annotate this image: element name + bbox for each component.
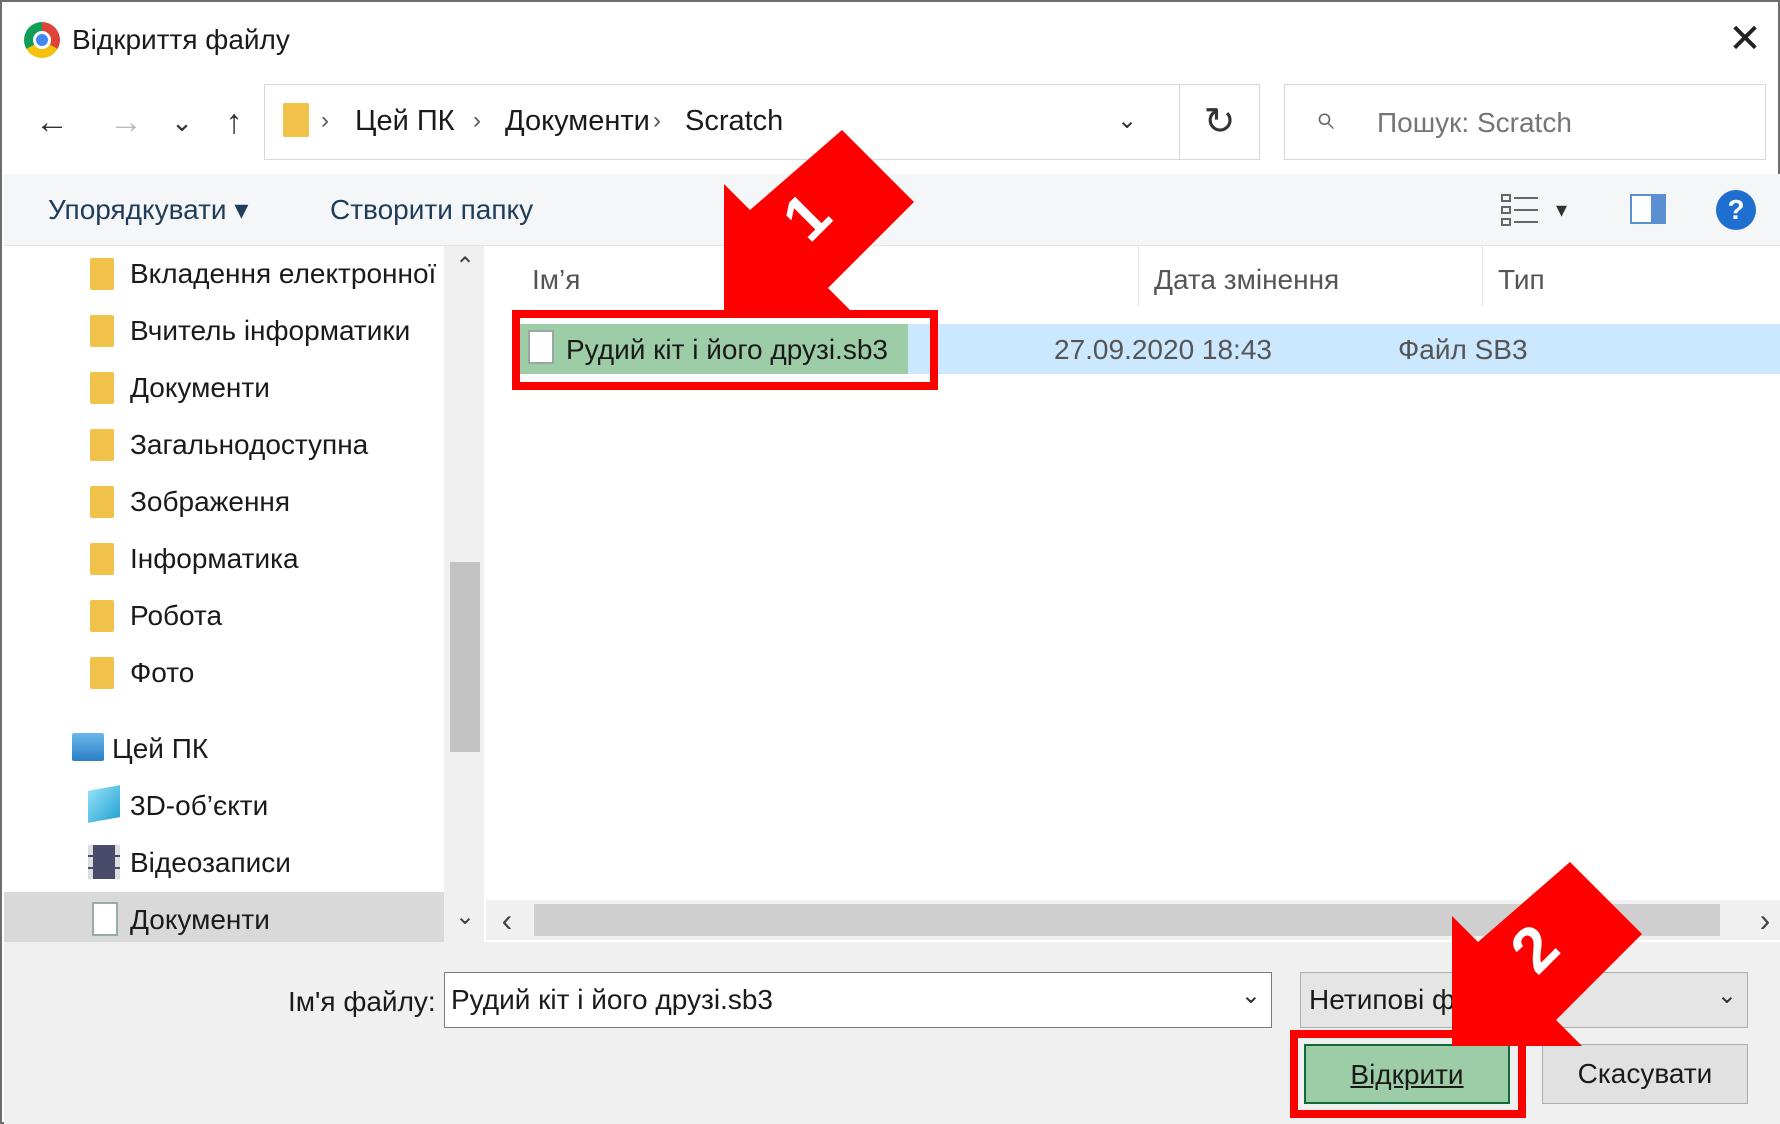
- view-dropdown-arrow[interactable]: ▾: [1556, 192, 1567, 228]
- breadcrumb-separator: ›: [653, 107, 661, 134]
- sidebar-item-label: Інформатика: [130, 543, 299, 574]
- filename-value: Рудий кіт і його друзі.sb3: [451, 984, 773, 1015]
- chevron-down-icon[interactable]: ⌄: [1241, 981, 1261, 1010]
- sidebar-item-label: Вчитель інформатики: [130, 315, 411, 346]
- sidebar-item-label: Робота: [130, 600, 223, 631]
- sidebar-item-3d-objects[interactable]: 3D-об’єкти: [4, 778, 444, 834]
- sidebar-item-documents-folder[interactable]: Документи: [4, 360, 444, 416]
- help-icon[interactable]: ?: [1716, 190, 1756, 230]
- organize-button[interactable]: Упорядкувати ▾: [48, 190, 248, 230]
- search-input[interactable]: [1375, 101, 1755, 145]
- sidebar-item-work[interactable]: Робота: [4, 588, 444, 644]
- sidebar-scroll-thumb[interactable]: [450, 562, 480, 752]
- breadcrumb-separator: ›: [473, 107, 481, 134]
- forward-button[interactable]: →: [106, 98, 146, 146]
- column-divider[interactable]: [1138, 246, 1139, 306]
- sidebar-item-label: Зображення: [130, 486, 291, 517]
- folder-icon: [90, 486, 114, 518]
- preview-pane-icon[interactable]: [1630, 194, 1666, 224]
- sidebar-item-public[interactable]: Загальнодоступна: [4, 417, 444, 473]
- document-icon: [92, 902, 118, 936]
- step2-arrow: 2: [1452, 862, 1642, 1046]
- folder-icon: [90, 429, 114, 461]
- view-options-icon[interactable]: [1500, 192, 1540, 228]
- folder-icon: [90, 600, 114, 632]
- sidebar-item-label: Документи: [130, 904, 270, 935]
- search-icon: ⌕: [1315, 99, 1335, 137]
- column-divider[interactable]: [1482, 246, 1483, 306]
- close-button[interactable]: ✕: [1722, 16, 1768, 62]
- refresh-button[interactable]: ↻: [1180, 84, 1260, 160]
- file-type: Файл SB3: [1398, 334, 1528, 365]
- scroll-down-icon[interactable]: ⌄: [450, 902, 480, 931]
- recent-locations-button[interactable]: ⌄: [162, 98, 202, 146]
- step1-arrow: 1: [724, 130, 914, 314]
- sidebar-item-images[interactable]: Зображення: [4, 474, 444, 530]
- sidebar-item-label: Відеозаписи: [130, 847, 291, 878]
- sidebar-item-email-attachments[interactable]: Вкладення електронної: [4, 246, 444, 302]
- scroll-up-icon[interactable]: ⌃: [450, 252, 480, 281]
- breadcrumb-this-pc[interactable]: Цей ПК: [355, 101, 455, 141]
- navigation-pane: Вкладення електронної Вчитель інформатик…: [4, 246, 444, 942]
- folder-icon: [90, 315, 114, 347]
- computer-icon: [72, 733, 104, 761]
- breadcrumb-separator: ›: [321, 107, 329, 134]
- cube-icon: [88, 785, 120, 823]
- new-folder-button[interactable]: Створити папку: [330, 190, 533, 230]
- sidebar-item-photo[interactable]: Фото: [4, 645, 444, 701]
- sidebar-item-label: Вкладення електронної: [130, 258, 437, 289]
- column-header-type[interactable]: Тип: [1498, 260, 1545, 300]
- sidebar-item-label: Загальнодоступна: [130, 429, 369, 460]
- chevron-down-icon[interactable]: ⌄: [1117, 101, 1137, 141]
- chrome-icon: [24, 22, 60, 58]
- sidebar-item-videos[interactable]: Відеозаписи: [4, 835, 444, 891]
- folder-icon: [90, 372, 114, 404]
- sidebar-item-label: Документи: [130, 372, 270, 403]
- scroll-right-icon[interactable]: ›: [1750, 902, 1780, 939]
- sidebar-item-label: Цей ПК: [112, 733, 209, 764]
- file-date: 27.09.2020 18:43: [1054, 334, 1272, 365]
- sidebar-item-label: Фото: [130, 657, 195, 688]
- back-button[interactable]: ←: [32, 98, 72, 146]
- sidebar-item-documents[interactable]: Документи: [4, 892, 444, 942]
- file-open-dialog: Відкриття файлу ✕ ← → ⌄ ↑ › Цей ПК › Док…: [0, 0, 1780, 1124]
- film-icon: [88, 845, 120, 879]
- sidebar-item-label: 3D-об’єкти: [130, 790, 269, 821]
- sidebar-item-this-pc[interactable]: Цей ПК: [4, 721, 444, 777]
- filename-label: Ім'я файлу:: [288, 986, 436, 1017]
- folder-icon: [283, 103, 309, 137]
- chevron-down-icon[interactable]: ⌄: [1717, 981, 1737, 1010]
- sidebar-item-teacher[interactable]: Вчитель інформатики: [4, 303, 444, 359]
- column-header-date[interactable]: Дата змінення: [1154, 260, 1339, 300]
- column-header-name[interactable]: Ім’я: [532, 260, 580, 300]
- sidebar-item-informatics[interactable]: Інформатика: [4, 531, 444, 587]
- scroll-left-icon[interactable]: ‹: [492, 902, 522, 939]
- dialog-title: Відкриття файлу: [72, 24, 290, 55]
- folder-icon: [90, 657, 114, 689]
- breadcrumb-documents[interactable]: Документи: [505, 101, 650, 141]
- up-button[interactable]: ↑: [214, 98, 254, 146]
- folder-icon: [90, 543, 114, 575]
- folder-icon: [90, 258, 114, 290]
- filename-field[interactable]: Рудий кіт і його друзі.sb3 ⌄: [444, 972, 1272, 1028]
- search-box[interactable]: ⌕: [1284, 84, 1766, 160]
